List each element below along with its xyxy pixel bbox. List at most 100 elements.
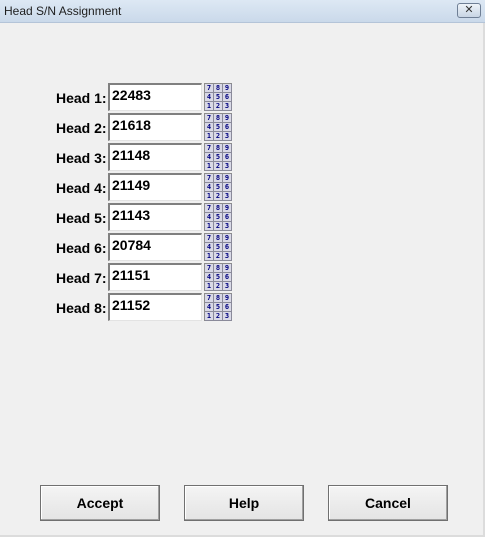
head-row: Head 2: 21618 7 8 9 4 5 6 1 2 3 <box>0 113 260 141</box>
keypad-key: 6 <box>223 213 232 222</box>
keypad-key: 5 <box>214 123 223 132</box>
keypad-key: 1 <box>205 192 214 201</box>
keypad-key: 6 <box>223 183 232 192</box>
keypad-key: 1 <box>205 282 214 291</box>
keypad-key: 7 <box>205 144 214 153</box>
keypad-key: 6 <box>223 243 232 252</box>
keypad-key: 4 <box>205 303 214 312</box>
head-row: Head 1: 22483 7 8 9 4 5 6 1 2 3 <box>0 83 260 111</box>
numeric-keypad-icon[interactable]: 789456123 <box>204 263 232 291</box>
keypad-key: 6 <box>223 93 232 102</box>
keypad-key: 8 <box>214 234 223 243</box>
keypad-key: 5 <box>214 273 223 282</box>
keypad-key: 9 <box>223 84 232 93</box>
head-serial-input[interactable]: 21149 <box>108 173 202 201</box>
keypad-key: 2 <box>214 132 223 141</box>
head-row: Head 3: 21148 7 8 9 4 5 6 1 2 3 <box>0 143 260 171</box>
numeric-keypad-icon[interactable]: 789456123 <box>204 203 232 231</box>
numeric-keypad-icon[interactable]: 789456123 <box>204 143 232 171</box>
numeric-keypad-icon[interactable]: 789456123 <box>204 113 232 141</box>
head-serial-input[interactable]: 21148 <box>108 143 202 171</box>
cancel-button[interactable]: Cancel <box>328 485 448 521</box>
keypad-key: 8 <box>214 114 223 123</box>
keypad-key: 4 <box>205 123 214 132</box>
numeric-keypad-icon[interactable]: 789456123 <box>204 293 232 321</box>
keypad-key: 4 <box>205 213 214 222</box>
accept-button[interactable]: Accept <box>40 485 160 521</box>
head-label: Head 6: <box>56 240 107 256</box>
numeric-keypad-icon[interactable]: 789456123 <box>204 233 232 261</box>
keypad-key: 5 <box>214 93 223 102</box>
window-title: Head S/N Assignment <box>4 4 122 18</box>
head-serial-input[interactable]: 21152 <box>108 293 202 321</box>
keypad-key: 1 <box>205 102 214 111</box>
keypad-key: 4 <box>205 183 214 192</box>
keypad-key: 5 <box>214 243 223 252</box>
keypad-key: 6 <box>223 123 232 132</box>
keypad-key: 7 <box>205 204 214 213</box>
keypad-key: 1 <box>205 132 214 141</box>
keypad-key: 3 <box>223 162 232 171</box>
keypad-key: 2 <box>214 192 223 201</box>
keypad-key: 7 <box>205 114 214 123</box>
keypad-key: 2 <box>214 222 223 231</box>
keypad-key: 8 <box>214 264 223 273</box>
keypad-key: 3 <box>223 132 232 141</box>
keypad-key: 4 <box>205 153 214 162</box>
keypad-key: 9 <box>223 144 232 153</box>
numeric-keypad-icon[interactable]: 789456123 <box>204 173 232 201</box>
keypad-key: 7 <box>205 234 214 243</box>
close-button[interactable]: ✕ <box>457 3 481 18</box>
keypad-key: 9 <box>223 264 232 273</box>
keypad-key: 3 <box>223 222 232 231</box>
head-label: Head 3: <box>56 150 107 166</box>
keypad-key: 6 <box>223 273 232 282</box>
keypad-key: 9 <box>223 174 232 183</box>
help-button[interactable]: Help <box>184 485 304 521</box>
head-label: Head 7: <box>56 270 107 286</box>
keypad-key: 3 <box>223 192 232 201</box>
keypad-key: 8 <box>214 294 223 303</box>
head-serial-input[interactable]: 21151 <box>108 263 202 291</box>
keypad-key: 3 <box>223 102 232 111</box>
head-serial-input[interactable]: 22483 <box>108 83 202 111</box>
keypad-key: 5 <box>214 213 223 222</box>
keypad-key: 1 <box>205 222 214 231</box>
head-label: Head 4: <box>56 180 107 196</box>
keypad-key: 7 <box>205 84 214 93</box>
keypad-key: 9 <box>223 294 232 303</box>
keypad-key: 1 <box>205 312 214 321</box>
keypad-key: 8 <box>214 174 223 183</box>
keypad-key: 3 <box>223 312 232 321</box>
keypad-key: 6 <box>223 153 232 162</box>
keypad-key: 2 <box>214 162 223 171</box>
keypad-key: 5 <box>214 153 223 162</box>
head-serial-input[interactable]: 21143 <box>108 203 202 231</box>
keypad-key: 2 <box>214 102 223 111</box>
head-label: Head 1: <box>56 90 107 106</box>
keypad-key: 9 <box>223 114 232 123</box>
head-row: Head 6: 20784 7 8 9 4 5 6 1 2 3 <box>0 233 260 261</box>
head-label: Head 2: <box>56 120 107 136</box>
keypad-key: 3 <box>223 282 232 291</box>
title-bar: Head S/N Assignment ✕ <box>0 0 485 23</box>
head-row: Head 4: 21149 7 8 9 4 5 6 1 2 3 <box>0 173 260 201</box>
keypad-key: 2 <box>214 312 223 321</box>
keypad-key: 4 <box>205 93 214 102</box>
head-serial-input[interactable]: 21618 <box>108 113 202 141</box>
head-serial-input[interactable]: 20784 <box>108 233 202 261</box>
keypad-key: 2 <box>214 252 223 261</box>
keypad-key: 9 <box>223 204 232 213</box>
keypad-key: 8 <box>214 84 223 93</box>
numeric-keypad-icon[interactable]: 789456123 <box>204 83 232 111</box>
keypad-key: 5 <box>214 303 223 312</box>
head-label: Head 8: <box>56 300 107 316</box>
head-row: Head 8: 21152 7 8 9 4 5 6 1 2 3 <box>0 293 260 321</box>
head-label: Head 5: <box>56 210 107 226</box>
keypad-key: 7 <box>205 174 214 183</box>
keypad-key: 8 <box>214 204 223 213</box>
keypad-key: 1 <box>205 162 214 171</box>
keypad-key: 6 <box>223 303 232 312</box>
keypad-key: 3 <box>223 252 232 261</box>
head-row: Head 7: 21151 7 8 9 4 5 6 1 2 3 <box>0 263 260 291</box>
